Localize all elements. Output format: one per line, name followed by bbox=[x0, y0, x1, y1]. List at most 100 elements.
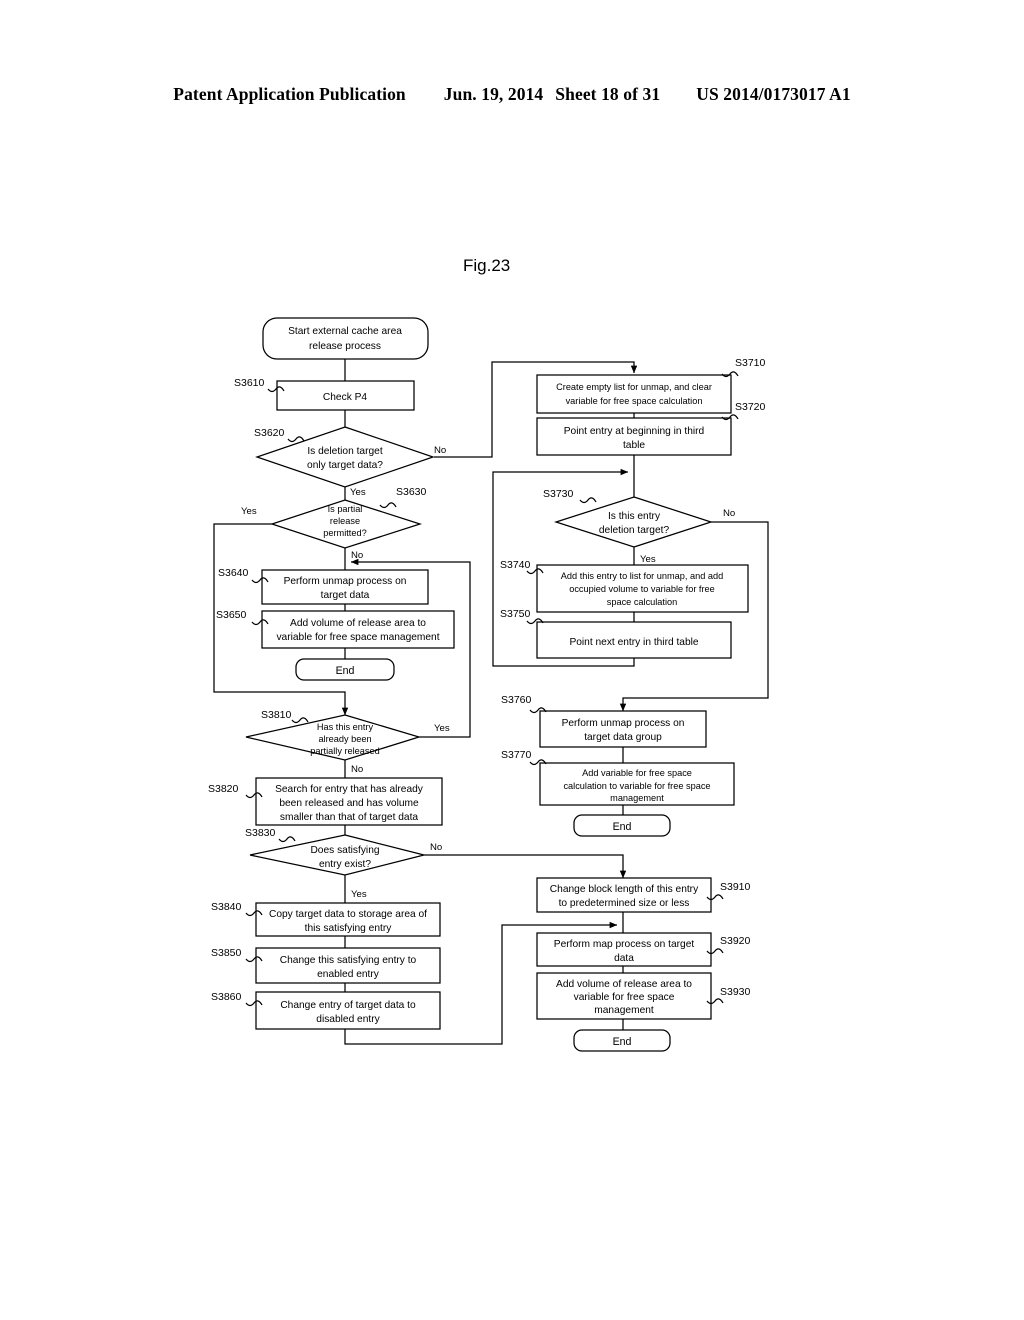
node-s3710: Create empty list for unmap, and clear v… bbox=[536, 357, 766, 414]
s3930-line-1: Add volume of release area to bbox=[556, 979, 692, 990]
s3810-step-id: S3810 bbox=[261, 709, 292, 721]
s3760-step-id: S3760 bbox=[501, 694, 532, 706]
s3810-line-2: already been bbox=[318, 734, 371, 744]
s3820-line-1: Search for entry that has already bbox=[275, 784, 424, 795]
s3630-line-2: release bbox=[330, 516, 360, 526]
s3620-branch-no: No bbox=[434, 445, 446, 456]
s3640-line-2: target data bbox=[321, 590, 370, 601]
s3820-step-id: S3820 bbox=[208, 783, 239, 795]
s3640-line-1: Perform unmap process on bbox=[284, 576, 407, 587]
s3820-line-3: smaller than that of target data bbox=[280, 812, 419, 823]
s3730-branch-yes: Yes bbox=[640, 554, 656, 565]
s3730-decision-shape bbox=[553, 496, 714, 548]
s3830-step-id: S3830 bbox=[245, 827, 276, 839]
s3830-branch-no: No bbox=[430, 842, 442, 853]
flowchart-diagram: Start external cache area release proces… bbox=[208, 317, 769, 1052]
s3740-step-id: S3740 bbox=[500, 559, 531, 571]
s3860-line-1: Change entry of target data to bbox=[280, 1000, 416, 1011]
s3710-line-1: Create empty list for unmap, and clear bbox=[556, 382, 712, 392]
node-s3920: Perform map process on target data S3920 bbox=[536, 932, 751, 967]
node-s3830: Does satisfying entry exist? S3830 No Ye… bbox=[245, 827, 442, 900]
s3770-step-id: S3770 bbox=[501, 749, 532, 761]
s3850-line-1: Change this satisfying entry to bbox=[280, 955, 417, 966]
node-s3810: Has this entry already been partially re… bbox=[245, 709, 450, 775]
s3620-line-2: only target data? bbox=[307, 460, 383, 471]
s3760-line-1: Perform unmap process on bbox=[562, 718, 685, 729]
s3630-step-id: S3630 bbox=[396, 486, 427, 498]
s3840-line-1: Copy target data to storage area of bbox=[269, 909, 427, 920]
start-terminator-shape bbox=[262, 317, 429, 360]
start-line-2: release process bbox=[309, 341, 381, 352]
s3840-line-2: this satisfying entry bbox=[305, 923, 393, 934]
s3730-leader-squiggle bbox=[579, 497, 597, 504]
node-s3850: Change this satisfying entry to enabled … bbox=[211, 947, 441, 984]
s3650-step-id: S3650 bbox=[216, 609, 247, 621]
s3910-step-id: S3910 bbox=[720, 881, 751, 893]
s3740-line-3: space calculation bbox=[607, 597, 677, 607]
s3630-branch-no: No bbox=[351, 550, 363, 561]
s3640-step-id: S3640 bbox=[218, 567, 249, 579]
s3630-leader-squiggle bbox=[379, 502, 397, 509]
start-line-1: Start external cache area bbox=[288, 326, 402, 337]
s3930-line-2: variable for free space bbox=[574, 992, 675, 1003]
s3730-branch-no: No bbox=[723, 508, 735, 519]
s3910-line-2: to predetermined size or less bbox=[559, 898, 690, 909]
s3620-line-1: Is deletion target bbox=[307, 446, 382, 457]
s3620-branch-yes: Yes bbox=[350, 487, 366, 498]
connector-s3730-no-to-s3760 bbox=[619, 521, 769, 712]
s3820-line-2: been released and has volume bbox=[279, 798, 419, 809]
s3920-step-id: S3920 bbox=[720, 935, 751, 947]
s3830-branch-yes: Yes bbox=[351, 889, 367, 900]
s3610-step-id: S3610 bbox=[234, 377, 265, 389]
s3830-line-2: entry exist? bbox=[319, 859, 371, 870]
s3720-line-1: Point entry at beginning in third bbox=[564, 426, 705, 437]
s3810-line-1: Has this entry bbox=[317, 722, 374, 732]
s3760-line-2: target data group bbox=[584, 732, 662, 743]
node-end-right-mid: End bbox=[573, 814, 671, 837]
node-s3840: Copy target data to storage area of this… bbox=[211, 901, 441, 937]
s3840-step-id: S3840 bbox=[211, 901, 242, 913]
s3730-line-1: Is this entry bbox=[608, 511, 661, 522]
s3620-step-id: S3620 bbox=[254, 427, 285, 439]
node-start: Start external cache area release proces… bbox=[262, 317, 429, 360]
s3860-step-id: S3860 bbox=[211, 991, 242, 1003]
s3850-step-id: S3850 bbox=[211, 947, 242, 959]
s3810-branch-no: No bbox=[351, 764, 363, 775]
s3610-label: Check P4 bbox=[323, 392, 368, 403]
s3830-leader-squiggle bbox=[278, 836, 296, 843]
s3710-process-shape bbox=[536, 374, 732, 414]
s3810-line-3: partially released bbox=[310, 746, 379, 756]
s3920-line-1: Perform map process on target bbox=[554, 939, 695, 950]
s3930-step-id: S3930 bbox=[720, 986, 751, 998]
s3650-line-2: variable for free space management bbox=[276, 632, 439, 643]
s3740-line-2: occupied volume to variable for free bbox=[569, 584, 715, 594]
s3830-line-1: Does satisfying bbox=[310, 845, 379, 856]
s3710-step-id: S3710 bbox=[735, 357, 766, 369]
s3920-line-2: data bbox=[614, 953, 634, 964]
s3720-step-id: S3720 bbox=[735, 401, 766, 413]
node-end-right-bottom: End bbox=[573, 1029, 671, 1052]
s3730-step-id: S3730 bbox=[543, 488, 574, 500]
s3770-line-1: Add variable for free space bbox=[582, 768, 692, 778]
node-s3610: Check P4 S3610 bbox=[234, 377, 415, 411]
end-left-label: End bbox=[336, 665, 355, 677]
s3630-line-1: Is partial bbox=[328, 504, 363, 514]
node-s3650: Add volume of release area to variable f… bbox=[216, 609, 455, 649]
connector-s3830-no-to-s3910 bbox=[424, 854, 627, 879]
s3930-line-3: management bbox=[594, 1005, 654, 1016]
s3750-step-id: S3750 bbox=[500, 608, 531, 620]
s3910-line-1: Change block length of this entry bbox=[550, 884, 699, 895]
s3620-leader-squiggle bbox=[287, 436, 305, 443]
node-s3770: Add variable for free space calculation … bbox=[501, 749, 735, 806]
s3730-line-2: deletion target? bbox=[599, 525, 670, 536]
s3860-line-2: disabled entry bbox=[316, 1014, 380, 1025]
s3850-line-2: enabled entry bbox=[317, 969, 380, 980]
s3810-branch-yes: Yes bbox=[434, 723, 450, 734]
node-s3640: Perform unmap process on target data S36… bbox=[218, 567, 429, 605]
end-right-mid-label: End bbox=[613, 821, 632, 833]
s3810-leader-squiggle bbox=[291, 717, 309, 724]
s3710-line-2: variable for free space calculation bbox=[566, 396, 703, 406]
s3650-line-1: Add volume of release area to bbox=[290, 618, 426, 629]
patent-page: Patent Application Publication Jun. 19, … bbox=[0, 0, 1024, 1320]
node-s3930: Add volume of release area to variable f… bbox=[536, 972, 751, 1020]
